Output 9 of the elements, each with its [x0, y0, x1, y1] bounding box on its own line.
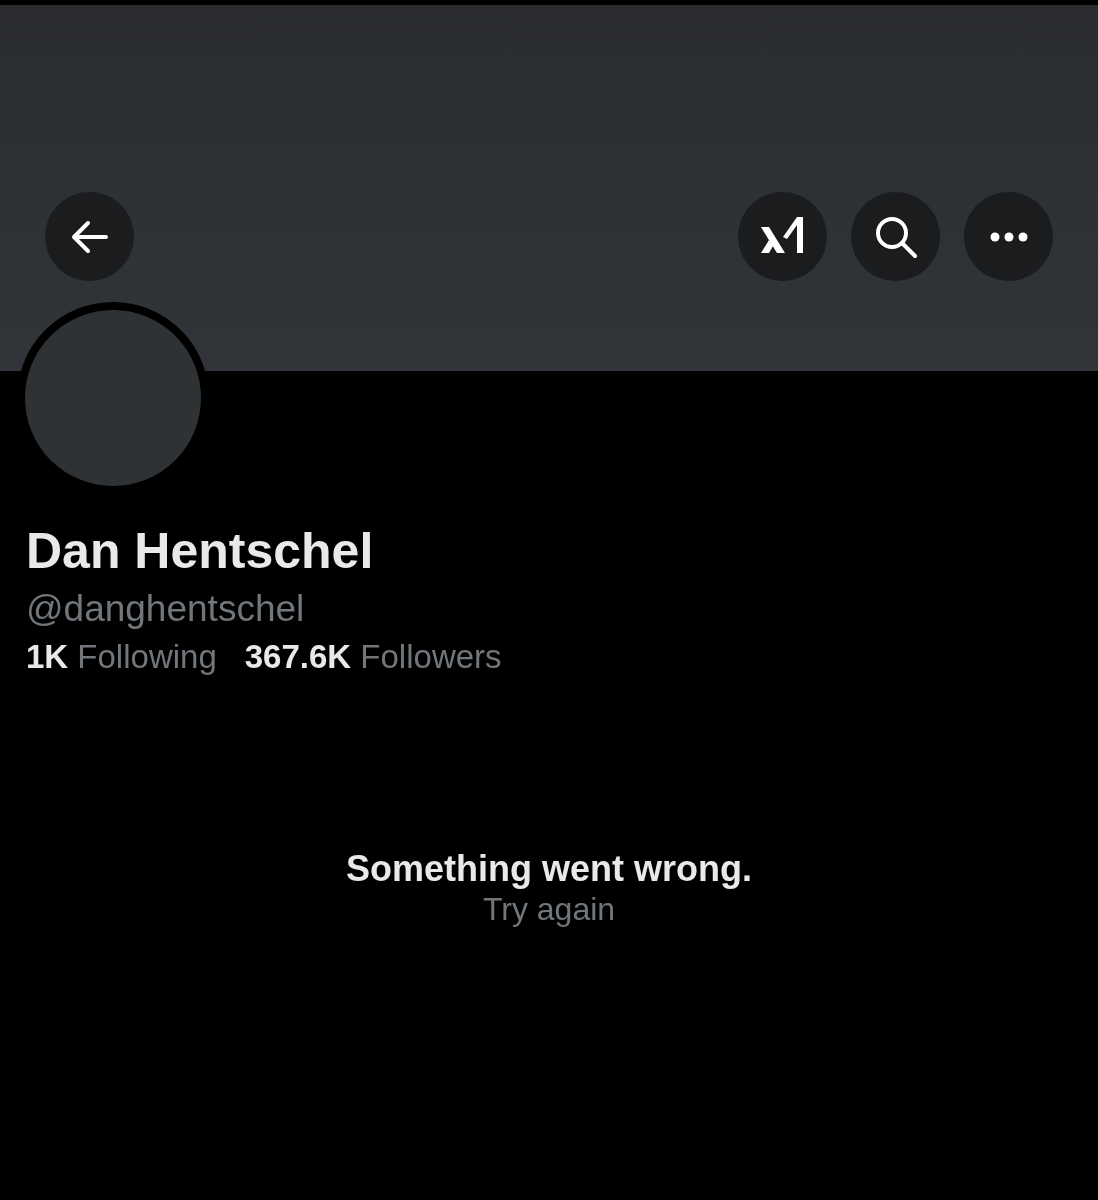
- search-icon: [873, 214, 918, 259]
- profile-handle: @danghentschel: [26, 587, 306, 631]
- stat-link[interactable]: 367.6K Followers: [244, 637, 502, 677]
- stat-link[interactable]: 1K Following: [26, 637, 217, 677]
- error-message: Something went wrong.: [346, 847, 752, 891]
- more-icon: [989, 231, 1028, 242]
- back-arrow-icon: [70, 219, 109, 254]
- profile-name: Dan Hentschel: [26, 524, 375, 579]
- try-again-link[interactable]: Try again: [482, 890, 616, 929]
